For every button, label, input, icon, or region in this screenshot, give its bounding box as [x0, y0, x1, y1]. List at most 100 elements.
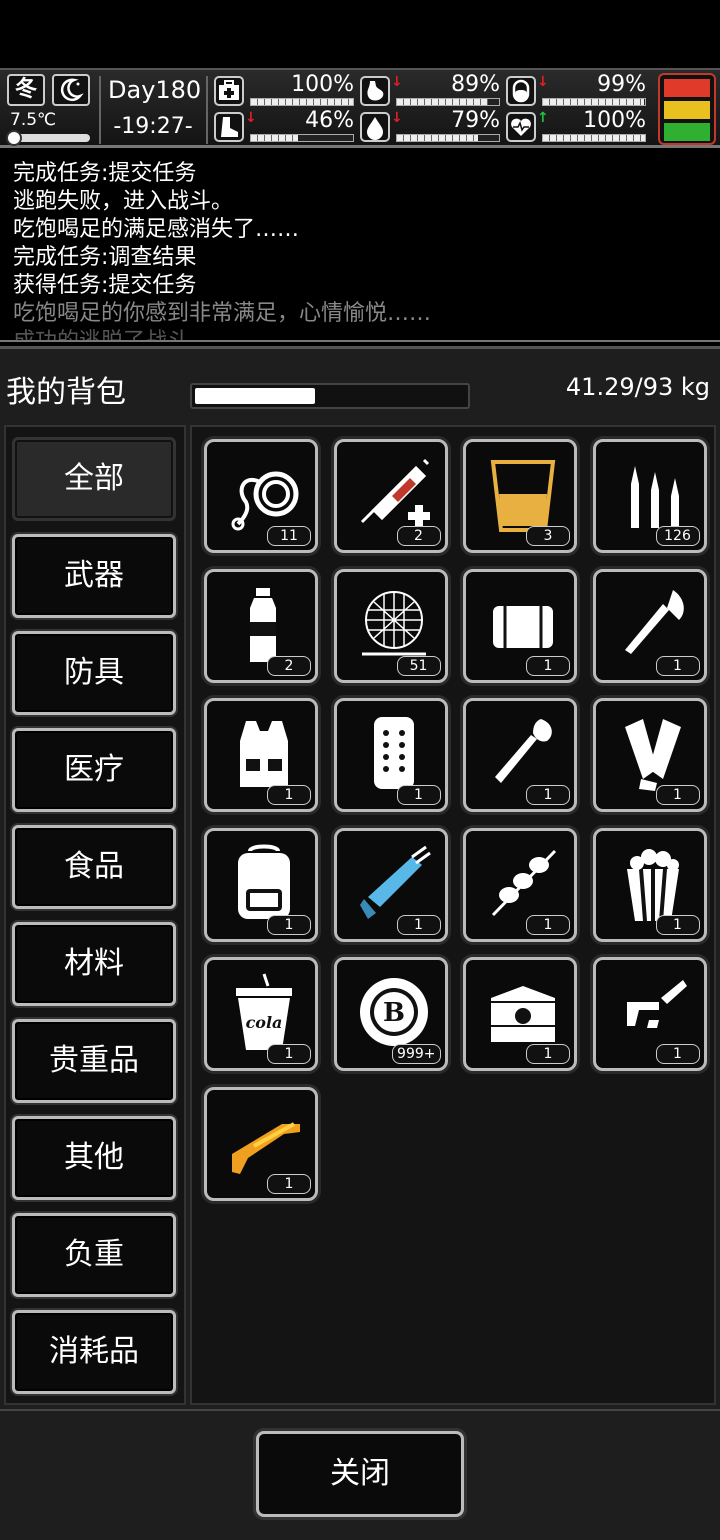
boot-icon [214, 112, 244, 142]
golden-rifle-icon [232, 1121, 300, 1174]
stat-bar [250, 98, 354, 106]
stomach-icon [360, 76, 390, 106]
divider [99, 76, 101, 144]
moon-icon [52, 74, 90, 106]
stat-bar [542, 98, 646, 106]
riot-shield-icon [373, 717, 414, 789]
item-count-badge: 126 [655, 526, 700, 546]
inventory-item[interactable]: 1 [592, 827, 707, 942]
inventory-item[interactable]: 1 [333, 827, 448, 942]
inventory-item[interactable]: 1 [463, 568, 577, 683]
item-count-badge: 1 [267, 1173, 311, 1194]
item-grid: 11 2 3 126 2 51 1 1 1 1 1 1 1 1 1 1 cola 1 B 999+ 1 1 1 [190, 425, 716, 1405]
inventory-item[interactable]: 51 [333, 568, 448, 683]
stat-value: 100% [291, 72, 354, 97]
message-log[interactable]: 完成任务:提交任务 逃跑失败，进入战斗。 吃饱喝足的满足感消失了…… 完成任务:… [0, 150, 720, 342]
footer: 关闭 [0, 1409, 720, 1540]
stat-bar [542, 134, 646, 142]
water-drop-icon [360, 112, 390, 142]
danger-signal-indicator [658, 73, 716, 145]
item-count-badge: 51 [396, 655, 441, 676]
item-count-badge: 1 [267, 914, 311, 935]
minigun-icon [359, 845, 431, 919]
pill-icon [506, 76, 536, 106]
trend-down-icon: ↓ [391, 74, 403, 90]
inventory-item[interactable]: 1 [333, 698, 448, 812]
day-counter: Day180 [108, 76, 202, 104]
stat-bar [396, 98, 500, 106]
stat-value: 99% [597, 72, 646, 97]
stat-bar [250, 134, 354, 142]
gun-parts-icon [626, 980, 687, 1028]
inventory-item[interactable]: 11 [204, 439, 318, 553]
item-count-badge: 1 [526, 914, 570, 935]
inventory-title: 我的背包 [6, 375, 126, 410]
temperature-bar [6, 130, 90, 146]
cola-label: cola [246, 1013, 283, 1032]
inventory-item[interactable]: B 999+ [333, 957, 448, 1071]
stat-bar [396, 134, 500, 142]
axe-icon [624, 589, 684, 654]
inventory-item[interactable]: 1 [204, 827, 318, 942]
trend-down-icon: ↓ [391, 110, 403, 126]
category-tab[interactable]: 食品 [12, 825, 176, 909]
coin-icon: B [359, 978, 428, 1046]
inventory-item[interactable]: 1 [592, 568, 707, 683]
inventory-item[interactable]: 1 [204, 698, 318, 812]
category-tab[interactable]: 医疗 [12, 728, 176, 812]
item-count-badge: 1 [267, 1044, 311, 1064]
item-count-badge: 1 [526, 1044, 570, 1064]
inventory-item[interactable]: cola 1 [204, 957, 318, 1071]
net-icon [361, 590, 426, 655]
log-line: 成功的逃脱了战斗 [13, 329, 190, 342]
inventory-item[interactable]: 1 [204, 1086, 318, 1201]
item-count-badge: 3 [526, 526, 570, 546]
season-badge: 冬 [7, 74, 45, 106]
inventory-item[interactable]: 1 [463, 957, 577, 1071]
item-count-badge: 1 [396, 785, 441, 805]
inventory-item[interactable]: 3 [463, 439, 577, 553]
stat-value: 79% [451, 108, 500, 133]
close-button[interactable]: 关闭 [256, 1431, 464, 1517]
inventory-item[interactable]: 126 [592, 439, 707, 553]
inventory-item[interactable]: 2 [333, 439, 448, 553]
log-line: 吃饱喝足的你感到非常满足，心情愉悦…… [13, 301, 432, 326]
medkit-icon [214, 76, 244, 106]
category-tab[interactable]: 负重 [12, 1213, 176, 1297]
inventory-item[interactable]: 1 [592, 957, 707, 1071]
stat-value: 89% [451, 72, 500, 97]
category-tab[interactable]: 贵重品 [12, 1019, 176, 1103]
inventory-item[interactable]: 2 [204, 568, 318, 683]
category-tab[interactable]: 其他 [12, 1116, 176, 1200]
heart-icon [506, 112, 536, 142]
category-tab[interactable]: 消耗品 [12, 1310, 176, 1394]
clock-time: -19:27- [113, 114, 193, 139]
category-tab[interactable]: 材料 [12, 922, 176, 1006]
log-line: 完成任务:调查结果 [13, 245, 197, 270]
stat-thirst: ↓ 79% [360, 108, 500, 146]
category-list: 全部武器防具医疗食品材料贵重品其他负重消耗品 [4, 425, 186, 1405]
inventory-panel: 我的背包 41.29/93 kg 全部 武器 防具 医疗 食品 材料 贵重品 其他 负重 消耗品 … [0, 346, 720, 1540]
category-tab[interactable]: 全部 [12, 437, 176, 521]
trend-down-icon: ↓ [537, 74, 549, 90]
item-count-badge: 1 [267, 785, 311, 805]
stat-hunger: ↓ 89% [360, 72, 500, 110]
bullets-icon [630, 466, 679, 528]
item-count-badge: 1 [396, 914, 441, 935]
stat-medicine: ↓ 99% [506, 72, 646, 110]
item-count-badge: 2 [267, 655, 311, 676]
inventory-item[interactable]: 1 [463, 698, 577, 812]
inventory-item[interactable]: 1 [463, 827, 577, 942]
item-count-badge: 999+ [392, 1044, 441, 1064]
log-line: 完成任务:提交任务 [13, 161, 197, 186]
trend-up-icon: ↑ [537, 110, 549, 126]
category-tab[interactable]: 防具 [12, 631, 176, 715]
category-tab[interactable]: 武器 [12, 534, 176, 618]
item-count-badge: 1 [655, 655, 700, 676]
popcorn-icon [626, 848, 679, 921]
log-line: 获得任务:提交任务 [13, 273, 197, 298]
log-line: 吃饱喝足的满足感消失了…… [13, 217, 300, 242]
inventory-item[interactable]: 1 [592, 698, 707, 812]
backpack-icon [238, 844, 290, 919]
log-line: 逃跑失败，进入战斗。 [13, 189, 234, 214]
